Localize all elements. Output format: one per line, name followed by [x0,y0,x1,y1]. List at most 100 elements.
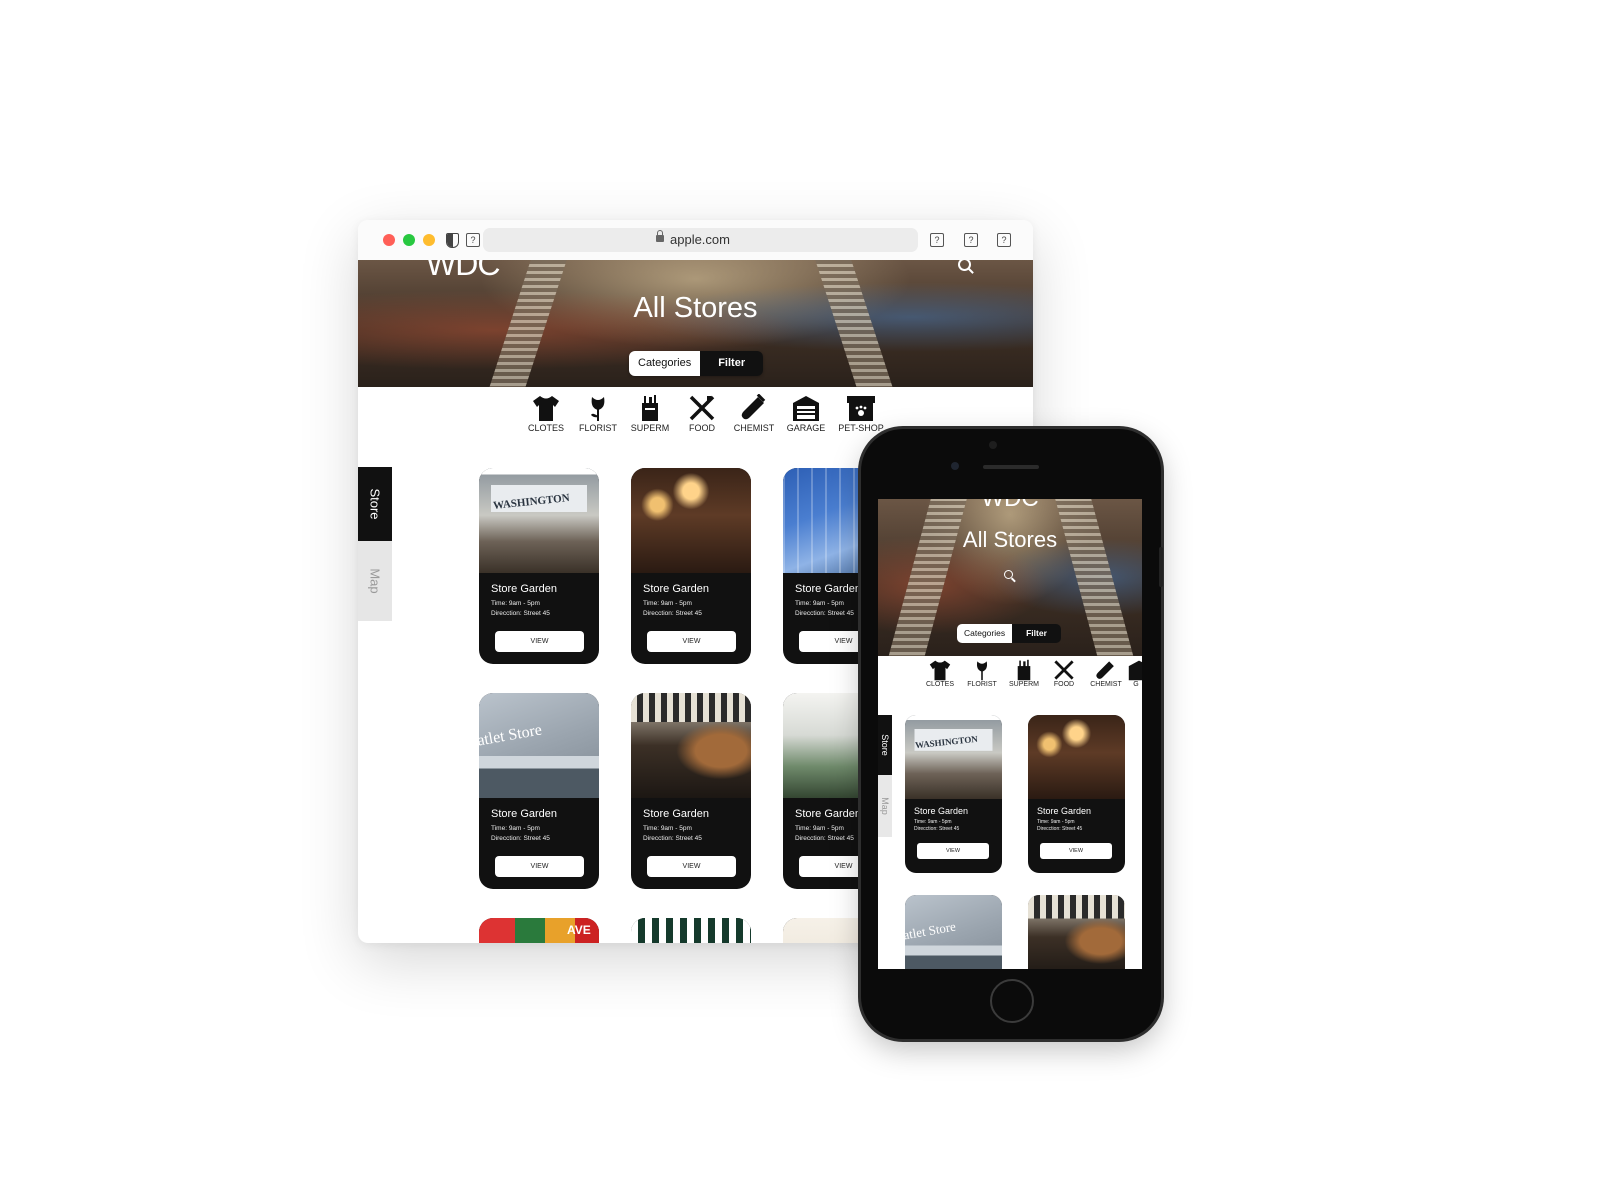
garage-icon [793,396,819,421]
store-tab-label: Store [880,734,890,756]
categories-tab[interactable]: Categories [629,351,701,376]
fork-knife-icon [689,395,715,421]
category-chemist[interactable]: CHEMIST [727,394,781,433]
category-pet-shop[interactable]: PET-SHOP [834,394,888,433]
sidebar-toggle-icon[interactable]: ? [466,233,480,247]
store-card: Store Garden Time: 9am - 5pm Direcction:… [1028,715,1125,873]
mobile-site-logo[interactable]: WDC [878,499,1142,513]
fork-knife-icon [1054,660,1074,680]
photo-sign-text: AVE [567,923,591,937]
site-logo[interactable]: WDC [426,260,500,283]
front-camera [989,441,997,449]
categories-tab[interactable]: Categories [957,624,1013,643]
category-clotes[interactable]: CLOTES [918,659,962,688]
map-side-tab[interactable]: Map [358,541,392,621]
store-name: Store Garden [643,808,710,820]
pet-shop-icon [847,396,875,421]
phone-side-button [1159,547,1163,587]
store-direction: Direcction: Street 45 [914,826,960,832]
store-direction: Direcction: Street 45 [491,835,550,842]
garage-icon [1128,660,1142,681]
category-garage[interactable]: GARAGE [779,394,833,433]
store-name: Store Garden [491,808,558,820]
store-photo [631,693,751,798]
store-direction: Direcction: Street 45 [643,835,702,842]
page-title: All Stores [633,292,758,324]
privacy-shield-icon[interactable] [446,233,459,248]
store-direction: Direcction: Street 45 [1037,826,1083,832]
store-card [631,918,751,943]
close-window-button[interactable] [383,234,395,246]
home-button[interactable] [990,979,1034,1023]
mobile-page-title: All Stores [962,527,1058,552]
category-label: SUPERM [630,423,670,433]
store-side-tab[interactable]: Store [358,467,392,541]
map-side-tab[interactable]: Map [878,775,892,837]
store-photo [631,468,751,573]
flower-icon [591,397,605,421]
store-photo [1028,895,1125,969]
store-photo: AVE [479,918,599,943]
store-card: WASHINGTON Store Garden Time: 9am - 5pm … [479,468,599,664]
hero-banner: WDC All Stores Categories Filter [358,260,1033,387]
view-button[interactable]: VIEW [1040,843,1112,859]
proximity-sensor [951,462,959,470]
filter-tab[interactable]: Filter [1012,624,1061,643]
store-photo [1028,715,1125,799]
escalator-decor [1055,499,1137,656]
category-label: PET-SHOP [838,423,884,433]
view-button[interactable]: VIEW [647,856,736,877]
store-card: WASHINGTON Store Garden Time: 9am - 5pm … [905,715,1002,873]
mobile-view-toggle: Categories Filter [957,624,1061,643]
new-tab-button[interactable]: ? [964,233,978,247]
phone-screen: WDC All Stores Categories Filter CLOTES … [878,499,1142,969]
store-photo: WASHINGTON [479,468,599,573]
browser-toolbar: ? ? ? apple.com ? ? ? [358,220,1033,260]
store-direction: Direcction: Street 45 [795,835,854,842]
category-clotes[interactable]: CLOTES [519,394,573,433]
category-label: CLOTES [925,681,954,688]
store-hours: Time: 9am - 5pm [1037,819,1075,825]
category-florist[interactable]: FLORIST [571,394,625,433]
filter-tab[interactable]: Filter [700,351,764,376]
store-card: AVE [479,918,599,943]
store-card: atlet Store [905,895,1002,969]
view-button[interactable]: VIEW [495,631,584,652]
search-icon[interactable] [1004,570,1013,579]
search-icon[interactable] [958,260,971,271]
category-label: G [1133,681,1139,688]
store-direction: Direcction: Street 45 [795,610,854,617]
photo-sign-text: atlet Store [905,918,957,943]
category-food[interactable]: FOOD [675,394,729,433]
category-label: GARAGE [786,423,826,433]
grocery-bag-icon [642,395,658,421]
address-bar[interactable]: apple.com [483,228,918,252]
share-button[interactable]: ? [930,233,944,247]
category-florist[interactable]: FLORIST [960,659,1004,688]
category-food[interactable]: FOOD [1042,659,1086,688]
tab-overview-button[interactable]: ? [997,233,1011,247]
view-button[interactable]: VIEW [917,843,989,859]
store-direction: Direcction: Street 45 [491,610,550,617]
category-chemist[interactable]: CHEMIST [1084,659,1128,688]
map-tab-label: Map [367,568,383,594]
store-photo: atlet Store [905,895,1002,969]
store-side-tab[interactable]: Store [878,715,892,775]
store-card [1028,895,1125,969]
view-button[interactable]: VIEW [495,856,584,877]
category-superm[interactable]: SUPERM [623,394,677,433]
store-photo [631,918,751,943]
store-name: Store Garden [491,583,558,595]
view-button[interactable]: VIEW [647,631,736,652]
category-garage[interactable]: G [1126,659,1142,688]
earpiece-speaker [983,465,1039,469]
zoom-window-button[interactable] [403,234,415,246]
store-photo: atlet Store [479,693,599,798]
store-hours: Time: 9am - 5pm [795,825,844,832]
photo-sign-text: WASHINGTON [492,492,571,512]
minimize-window-button[interactable] [423,234,435,246]
store-card: Store Garden Time: 9am - 5pm Direcction:… [631,468,751,664]
category-superm[interactable]: SUPERM [1002,659,1046,688]
store-hours: Time: 9am - 5pm [643,825,692,832]
store-hours: Time: 9am - 5pm [795,600,844,607]
